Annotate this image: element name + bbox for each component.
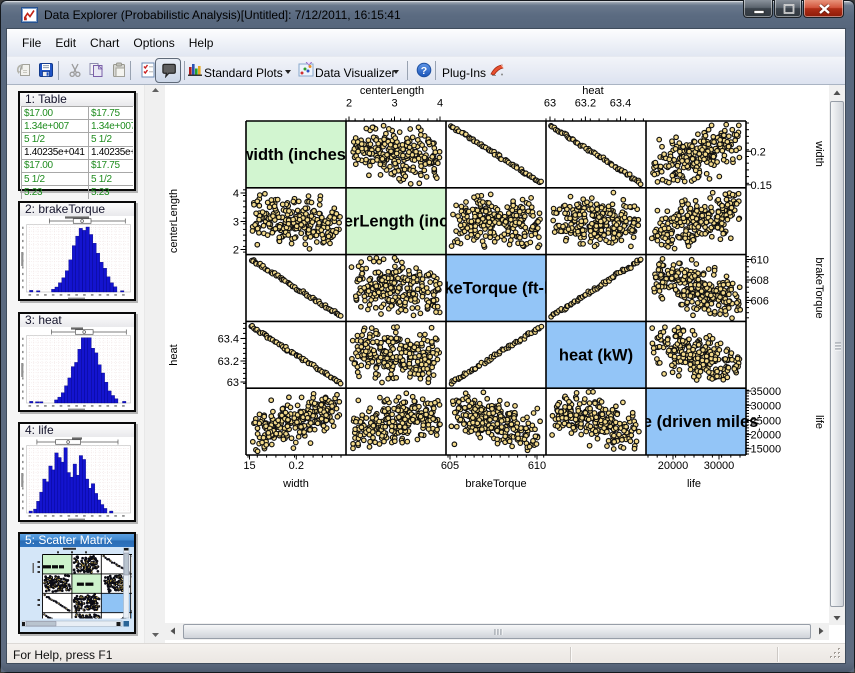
- svg-text:?: ?: [421, 65, 427, 77]
